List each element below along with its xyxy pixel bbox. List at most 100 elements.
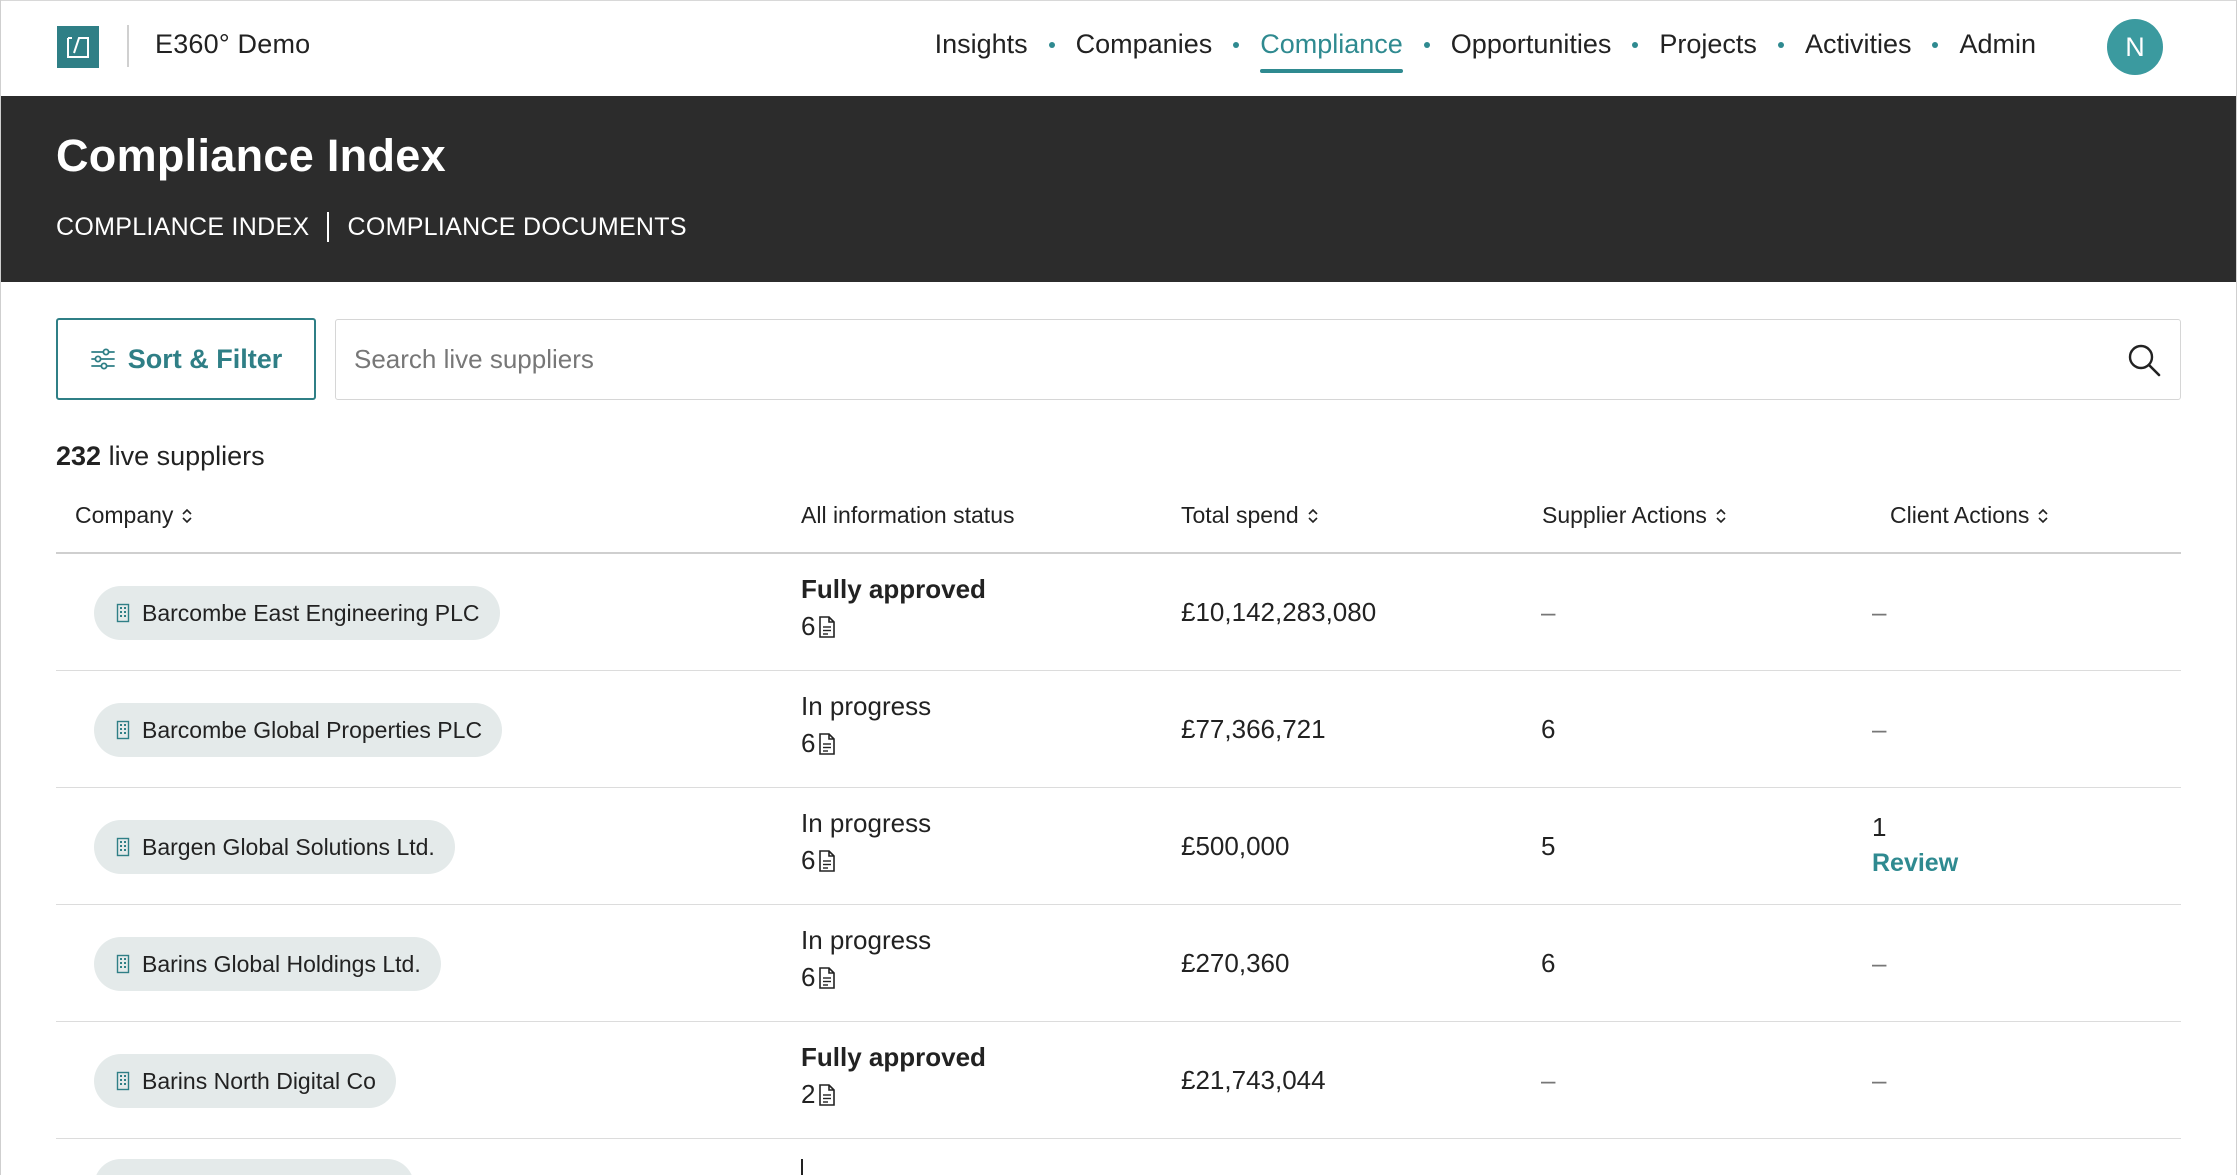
column-header-label: Supplier Actions: [1542, 502, 1707, 528]
building-icon: [116, 954, 130, 974]
supplier-actions: 5: [1541, 831, 1556, 861]
subnav-compliance-index[interactable]: COMPLIANCE INDEX: [56, 213, 309, 242]
supplier-count: 232 live suppliers: [56, 441, 265, 472]
status-text: Fully approved: [801, 574, 986, 604]
status-cell: In progress 6: [801, 691, 931, 759]
nav-item-insights[interactable]: Insights: [935, 29, 1028, 60]
nav-item-compliance[interactable]: Compliance: [1260, 29, 1403, 73]
document-count-value: 6: [801, 611, 816, 641]
search-input[interactable]: [354, 320, 2114, 399]
document-icon: [819, 849, 836, 872]
column-header-label: Total spend: [1181, 502, 1299, 528]
client-actions-count: 1: [1872, 812, 1887, 842]
column-header-client-actions[interactable]: Client Actions: [1890, 502, 2049, 529]
table-row: Barins North Digital Co Fully approved 2…: [56, 1022, 2181, 1139]
status-cell: Fully approved 6: [801, 574, 986, 642]
company-name: Barcombe Global Properties PLC: [142, 716, 483, 743]
sort-arrows-icon: [2038, 508, 2048, 523]
company-link[interactable]: Barcombe East Engineering PLC: [94, 586, 500, 640]
document-icon: [819, 966, 836, 989]
sub-navigation: COMPLIANCE INDEX COMPLIANCE DOCUMENTS: [56, 212, 687, 242]
supplier-actions: 6: [1541, 714, 1556, 744]
status-text: In progress: [801, 925, 932, 955]
sort-arrows-icon: [1308, 508, 1318, 523]
table-row: Bargen Global Solutions Ltd. In progress…: [56, 788, 2181, 905]
company-name: Bargen Global Solutions Ltd.: [142, 833, 435, 860]
logo-divider: [127, 25, 129, 67]
nav-separator-dot: [1932, 41, 1939, 48]
review-link[interactable]: Review: [1872, 849, 1958, 878]
company-link[interactable]: Bargen Global Solutions Ltd.: [94, 820, 455, 874]
table-row-partial: [56, 1139, 2181, 1175]
subnav-divider: [327, 212, 330, 242]
subnav-compliance-documents[interactable]: COMPLIANCE DOCUMENTS: [347, 213, 686, 242]
table-header: Company All information status Total spe…: [56, 490, 2181, 554]
document-count-value: 6: [801, 962, 816, 992]
status-text: Fully approved: [801, 1042, 986, 1072]
building-icon: [116, 837, 130, 857]
app-name: E360° Demo: [155, 29, 311, 59]
total-spend: £77,366,721: [1181, 714, 1326, 744]
status-cell: Fully approved 2: [801, 1042, 986, 1110]
table-row: Barcombe East Engineering PLC Fully appr…: [56, 554, 2181, 671]
supplier-count-number: 232: [56, 441, 102, 471]
sliders-icon: [90, 348, 115, 370]
building-icon: [116, 720, 130, 740]
column-header-total-spend[interactable]: Total spend: [1181, 502, 1319, 529]
sort-filter-label: Sort & Filter: [127, 343, 283, 374]
column-header-status: All information status: [801, 502, 1014, 529]
table-row: Barins Global Holdings Ltd. In progress …: [56, 905, 2181, 1022]
company-link[interactable]: Barins Global Holdings Ltd.: [94, 937, 441, 991]
total-spend: £10,142,283,080: [1181, 597, 1377, 627]
nav-item-opportunities[interactable]: Opportunities: [1451, 29, 1612, 60]
supplier-count-label: live suppliers: [108, 441, 265, 471]
document-count-value: 2: [801, 1079, 816, 1109]
company-name: Barins North Digital Co: [142, 1067, 376, 1094]
total-spend: £21,743,044: [1181, 1065, 1326, 1095]
status-text: In progress: [801, 691, 932, 721]
document-icon: [819, 615, 836, 638]
supplier-actions: –: [1541, 1065, 1556, 1095]
search-icon[interactable]: [2126, 342, 2162, 378]
document-icon: [819, 732, 836, 755]
status-cell: In progress 6: [801, 925, 931, 993]
nav-separator-dot: [1048, 41, 1055, 48]
column-header-supplier-actions[interactable]: Supplier Actions: [1542, 502, 1727, 529]
nav-separator-dot: [1233, 41, 1240, 48]
status-text-partial: [801, 1159, 811, 1175]
company-link[interactable]: Barins North Digital Co: [94, 1054, 396, 1108]
building-icon: [116, 603, 130, 623]
company-name: Barins Global Holdings Ltd.: [142, 950, 421, 977]
document-icon: [819, 1083, 836, 1106]
supplier-actions: 6: [1541, 948, 1556, 978]
total-spend: £270,360: [1181, 948, 1290, 978]
column-header-label: Client Actions: [1890, 502, 2030, 528]
brand-logo-icon[interactable]: [57, 26, 99, 68]
main-nav: Insights Companies Compliance Opportunit…: [935, 29, 2036, 73]
document-count-value: 6: [801, 728, 816, 758]
document-count[interactable]: 6: [801, 611, 986, 642]
building-icon: [116, 1071, 130, 1091]
nav-item-companies[interactable]: Companies: [1076, 29, 1213, 60]
search-box: [335, 319, 2181, 400]
page-header: Compliance Index COMPLIANCE INDEX COMPLI…: [0, 96, 2237, 282]
nav-separator-dot: [1777, 41, 1784, 48]
nav-item-projects[interactable]: Projects: [1659, 29, 1757, 60]
company-link[interactable]: Barcombe Global Properties PLC: [94, 703, 503, 757]
column-header-company[interactable]: Company: [75, 502, 193, 529]
nav-item-admin[interactable]: Admin: [1959, 29, 2036, 60]
nav-item-activities[interactable]: Activities: [1805, 29, 1912, 60]
column-header-label: All information status: [801, 502, 1015, 528]
client-actions: –: [1872, 1065, 1887, 1095]
sort-filter-button[interactable]: Sort & Filter: [56, 318, 316, 400]
document-count[interactable]: 2: [801, 1079, 986, 1110]
status-text: In progress: [801, 808, 932, 838]
page-title: Compliance Index: [56, 130, 446, 181]
document-count[interactable]: 6: [801, 728, 931, 759]
company-link[interactable]: [94, 1159, 414, 1175]
document-count[interactable]: 6: [801, 962, 931, 993]
document-count[interactable]: 6: [801, 845, 931, 876]
user-avatar[interactable]: N: [2107, 19, 2163, 75]
table-row: Barcombe Global Properties PLC In progre…: [56, 671, 2181, 788]
document-count-value: 6: [801, 845, 816, 875]
